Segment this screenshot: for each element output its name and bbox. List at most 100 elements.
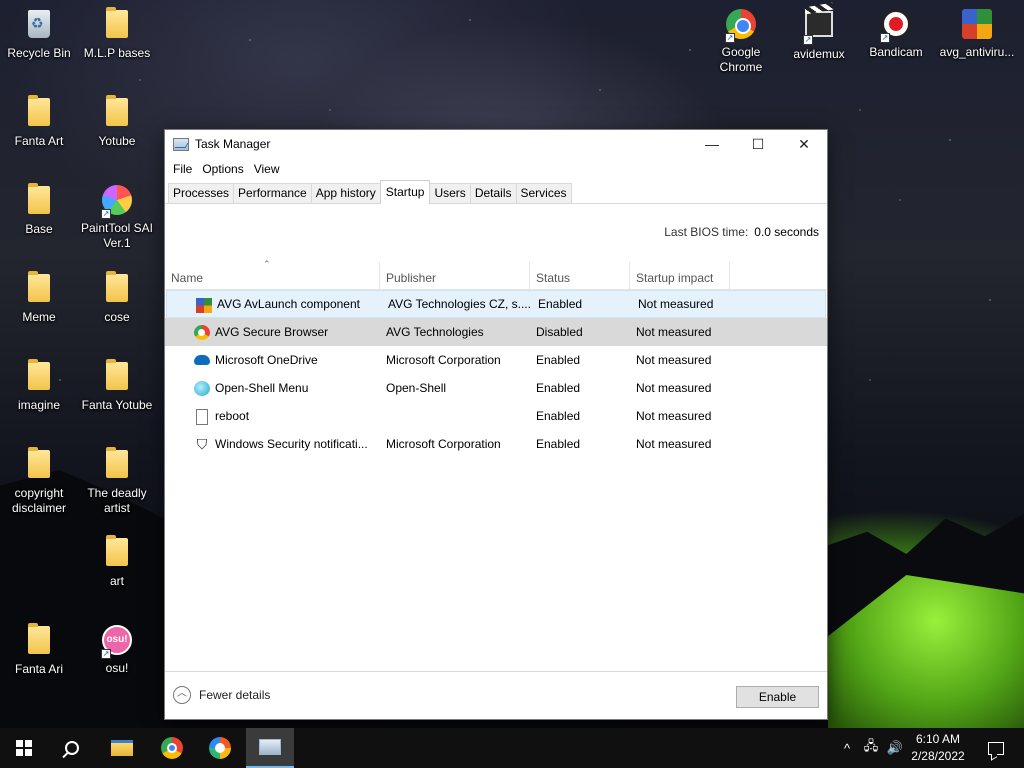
column-header-status[interactable]: Status [530, 262, 630, 290]
desktop-icon-art[interactable]: art [79, 535, 155, 589]
row-impact: Not measured [636, 437, 712, 451]
tab-details[interactable]: Details [469, 183, 517, 203]
desktop-icon-label: osu! [105, 661, 129, 675]
row-status: Enabled [536, 353, 581, 367]
desktop-icon-osu[interactable]: osu! ↗ osu! [79, 624, 155, 676]
tab-services[interactable]: Services [515, 183, 572, 203]
desktop-icon-fanta-art[interactable]: Fanta Art [1, 95, 77, 149]
volume-icon[interactable]: 🔊 [884, 728, 906, 768]
desktop-icon-label: Meme [22, 310, 56, 324]
desktop-icon-avidemux[interactable]: ↗ avidemux [781, 8, 857, 62]
minimize-button[interactable]: — [689, 130, 735, 158]
show-hidden-icons-button[interactable]: ^ [836, 728, 858, 768]
file-icon [196, 409, 208, 425]
tab-processes[interactable]: Processes [168, 183, 235, 203]
fewer-details-label: Fewer details [199, 688, 271, 702]
desktop-icon-fanta-ari[interactable]: Fanta Ari [1, 623, 77, 677]
taskbar-task-manager[interactable] [246, 728, 294, 768]
task-manager-icon [259, 739, 281, 755]
folder-icon [106, 95, 128, 126]
tab-startup[interactable]: Startup [379, 180, 431, 204]
row-impact: Not measured [636, 353, 712, 367]
column-header-name[interactable]: ⌃ Name [165, 259, 380, 290]
network-icon[interactable]: 🖧 [860, 728, 882, 768]
menu-options[interactable]: Options [197, 162, 248, 176]
desktop-icon-label: The deadly artist [87, 486, 147, 515]
folder-icon [28, 623, 50, 654]
desktop-icon-copyright-disclaimer[interactable]: copyright disclaimer [1, 447, 77, 516]
desktop-icon-bandicam[interactable]: ↗ Bandicam [858, 8, 934, 60]
desktop-icon-label: Fanta Ari [14, 662, 64, 676]
bios-label: Last BIOS time: [664, 225, 749, 239]
folder-icon [28, 183, 50, 214]
desktop-icon-label: Fanta Art [14, 134, 64, 148]
desktop-icon-imagine[interactable]: imagine [1, 359, 77, 413]
desktop-icon-label: Fanta Yotube [81, 398, 153, 412]
desktop-icon-painttool-sai[interactable]: ↗ PaintTool SAI Ver.1 [79, 184, 155, 251]
column-header-label: Status [536, 271, 571, 285]
folder-icon [28, 271, 50, 302]
desktop-icon-label: Recycle Bin [7, 46, 71, 60]
row-publisher: AVG Technologies [386, 325, 484, 339]
tab-app-history[interactable]: App history [310, 183, 381, 203]
desktop-icon-base[interactable]: Base [1, 183, 77, 237]
folder-icon [106, 359, 128, 390]
close-button[interactable]: ✕ [781, 130, 827, 158]
table-row[interactable]: reboot Enabled Not measured [165, 402, 827, 430]
desktop-icon-the-deadly-artist[interactable]: The deadly artist [79, 447, 155, 516]
file-explorer-icon [111, 740, 133, 756]
taskbar-file-explorer[interactable] [98, 728, 146, 768]
row-impact: Not measured [638, 297, 714, 311]
desktop-icon-label: PaintTool SAI Ver.1 [80, 221, 154, 250]
table-row[interactable]: Microsoft OneDrive Microsoft Corporation… [165, 346, 827, 374]
desktop-icon-yotube[interactable]: Yotube [79, 95, 155, 149]
shortcut-arrow-icon: ↗ [803, 35, 813, 45]
tab-performance[interactable]: Performance [233, 183, 312, 203]
desktop-icon-google-chrome[interactable]: ↗ Google Chrome [703, 8, 779, 75]
row-impact: Not measured [636, 381, 712, 395]
desktop-icon-label: Base [25, 222, 53, 236]
desktop-icon-label: avg_antiviru... [939, 45, 1015, 59]
table-row[interactable]: AVG Secure Browser AVG Technologies Disa… [165, 318, 827, 346]
clock[interactable]: 6:10 AM 2/28/2022 [906, 731, 970, 765]
search-button[interactable] [48, 728, 96, 768]
fewer-details-link[interactable]: ︿ Fewer details [173, 686, 270, 704]
menu-view[interactable]: View [249, 162, 285, 176]
last-bios-time: Last BIOS time: 0.0 seconds [664, 225, 819, 239]
menu-file[interactable]: File [168, 162, 197, 176]
column-header-startup-impact[interactable]: Startup impact [630, 262, 730, 290]
desktop-icon-recycle-bin[interactable]: Recycle Bin [1, 8, 77, 61]
menu-bar: File Options View [165, 158, 827, 180]
tab-users[interactable]: Users [429, 183, 471, 203]
action-center-button[interactable] [976, 728, 1016, 768]
desktop-icon-avg-antivirus[interactable]: avg_antiviru... [936, 8, 1018, 60]
table-row[interactable]: AVG AvLaunch component AVG Technologies … [166, 290, 826, 318]
row-status: Enabled [538, 297, 583, 311]
clock-date: 2/28/2022 [911, 749, 965, 763]
desktop-icon-label: imagine [17, 398, 61, 412]
table-row[interactable]: ⛉ Windows Security notificati... Microso… [165, 430, 827, 458]
enable-button[interactable]: Enable [736, 686, 819, 708]
taskbar-avg-browser[interactable] [196, 728, 244, 768]
startup-table-body: AVG AvLaunch component AVG Technologies … [165, 290, 827, 458]
row-name: AVG AvLaunch component [217, 297, 360, 311]
column-header-label: Startup impact [636, 271, 714, 285]
folder-icon [106, 535, 128, 566]
title-bar[interactable]: Task Manager — ☐ ✕ [165, 130, 827, 158]
start-button[interactable] [0, 728, 48, 768]
desktop-icon-label: Yotube [98, 134, 136, 148]
tab-bar: Processes Performance App history Startu… [165, 180, 827, 204]
desktop-icon-meme[interactable]: Meme [1, 271, 77, 325]
row-name: Microsoft OneDrive [215, 353, 318, 367]
shortcut-arrow-icon: ↗ [101, 649, 111, 659]
desktop-icon-cose[interactable]: cose [79, 271, 155, 325]
table-row[interactable]: Open-Shell Menu Open-Shell Enabled Not m… [165, 374, 827, 402]
maximize-button[interactable]: ☐ [735, 130, 781, 158]
column-header-publisher[interactable]: Publisher [380, 262, 530, 290]
taskbar-chrome[interactable] [148, 728, 196, 768]
row-name: Open-Shell Menu [215, 381, 309, 395]
folder-icon [28, 95, 50, 126]
desktop-icon-mlp-bases[interactable]: M.L.P bases [79, 7, 155, 61]
folder-icon [106, 447, 128, 478]
desktop-icon-fanta-yotube[interactable]: Fanta Yotube [79, 359, 155, 413]
